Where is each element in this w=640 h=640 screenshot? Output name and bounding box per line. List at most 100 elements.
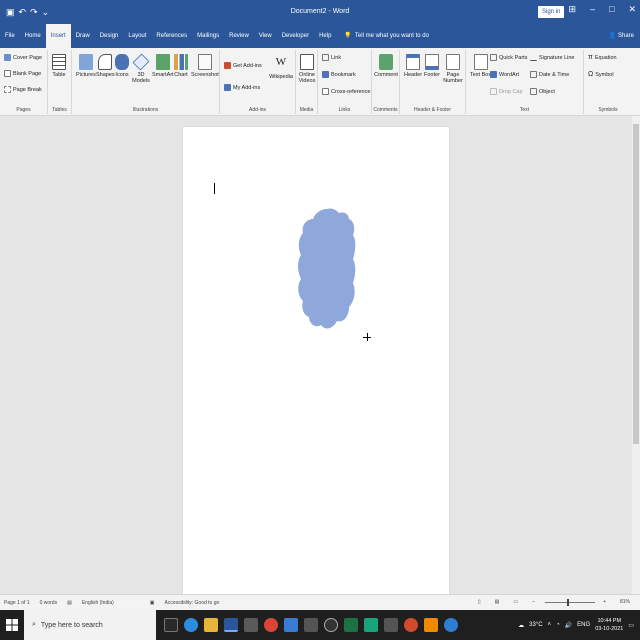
page-number-button[interactable]: Page Number bbox=[442, 54, 464, 84]
app-icon[interactable] bbox=[284, 618, 298, 632]
wikipedia-button[interactable]: W Wikipedia bbox=[268, 56, 294, 80]
notifications-icon[interactable]: ▭ bbox=[628, 622, 634, 629]
ribbon-display-options-icon[interactable]: ⊞ bbox=[568, 4, 576, 15]
tell-me-search[interactable]: 💡 Tell me what you want to do bbox=[344, 24, 429, 48]
my-addins-button[interactable]: My Add-ins bbox=[224, 84, 260, 91]
customize-qat-icon[interactable]: ⌄ bbox=[42, 7, 50, 18]
accessibility-status[interactable]: Accessibility: Good to go bbox=[165, 600, 220, 606]
document-page[interactable] bbox=[183, 127, 449, 594]
scrollbar-thumb[interactable] bbox=[633, 124, 639, 444]
powerpoint-icon[interactable] bbox=[404, 618, 418, 632]
cloud-shape[interactable] bbox=[297, 207, 357, 333]
screenshot-button[interactable]: Screenshot bbox=[191, 54, 219, 78]
link-button[interactable]: Link bbox=[322, 54, 341, 61]
taskbar-search[interactable]: ⌕ Type here to search bbox=[24, 610, 156, 640]
read-mode-icon[interactable]: ▯ bbox=[478, 599, 481, 605]
bookmark-button[interactable]: Bookmark bbox=[322, 71, 356, 78]
symbol-button[interactable]: Ω Symbol bbox=[588, 71, 614, 78]
edge-icon[interactable] bbox=[184, 618, 198, 632]
app-icon-2[interactable] bbox=[304, 618, 318, 632]
save-icon[interactable]: ▣ bbox=[6, 7, 15, 18]
blank-page-button[interactable]: Blank Page bbox=[4, 70, 41, 77]
word-count[interactable]: 0 words bbox=[40, 600, 58, 606]
tab-insert[interactable]: Insert bbox=[45, 24, 71, 48]
close-button[interactable]: ✕ bbox=[628, 4, 636, 15]
clock[interactable]: 10:44 PM 03-10-2021 bbox=[595, 617, 623, 633]
sign-in-button[interactable]: Sign in bbox=[538, 6, 565, 18]
zoom-level[interactable]: 81% bbox=[620, 599, 630, 605]
page-count[interactable]: Page 1 of 1 bbox=[4, 600, 30, 606]
icons-button[interactable]: Icons bbox=[115, 54, 129, 78]
redo-icon[interactable]: ↷ bbox=[30, 7, 38, 18]
zoom-slider[interactable] bbox=[545, 598, 596, 606]
share-button[interactable]: 👤 Share bbox=[609, 24, 634, 48]
file-explorer-icon[interactable] bbox=[204, 618, 218, 632]
comment-button[interactable]: Comment bbox=[373, 54, 399, 78]
table-button[interactable]: Table bbox=[52, 54, 66, 78]
tray-chevron-icon[interactable]: ˄ bbox=[548, 622, 552, 628]
input-language[interactable]: ENG bbox=[577, 622, 590, 628]
volume-icon[interactable]: 🔊 bbox=[565, 622, 572, 629]
tab-home[interactable]: Home bbox=[20, 24, 46, 48]
undo-icon[interactable]: ↶ bbox=[19, 7, 27, 18]
task-view-icon[interactable] bbox=[164, 618, 178, 632]
excel-icon[interactable] bbox=[344, 618, 358, 632]
minimize-button[interactable]: – bbox=[590, 4, 595, 15]
tab-view[interactable]: View bbox=[254, 24, 277, 48]
maximize-button[interactable]: □ bbox=[609, 4, 614, 15]
proofing-icon[interactable]: ▤ bbox=[67, 600, 72, 606]
zoom-in-icon[interactable]: + bbox=[603, 599, 606, 605]
network-icon[interactable]: ◔ bbox=[556, 622, 560, 628]
app-icon-3[interactable] bbox=[384, 618, 398, 632]
object-button[interactable]: Object bbox=[530, 88, 555, 95]
chart-button[interactable]: Chart bbox=[174, 54, 188, 78]
tab-file[interactable]: File bbox=[0, 24, 20, 48]
equation-button[interactable]: π Equation bbox=[588, 54, 617, 61]
document-area[interactable] bbox=[0, 116, 632, 594]
page-break-button[interactable]: Page Break bbox=[4, 86, 42, 93]
camtasia-icon[interactable] bbox=[364, 618, 378, 632]
clock-app-icon[interactable] bbox=[324, 618, 338, 632]
tab-developer[interactable]: Developer bbox=[277, 24, 314, 48]
lightbulb-icon: 💡 bbox=[344, 33, 352, 39]
smartart-button[interactable]: SmartArt bbox=[152, 54, 174, 78]
tab-review[interactable]: Review bbox=[224, 24, 254, 48]
temperature[interactable]: 33°C bbox=[529, 622, 542, 628]
header-button[interactable]: Header bbox=[404, 54, 422, 78]
tab-design[interactable]: Design bbox=[95, 24, 124, 48]
date-time-button[interactable]: Date & Time bbox=[530, 71, 569, 78]
signature-line-button[interactable]: Signature Line bbox=[530, 54, 574, 61]
language-status[interactable]: English (India) bbox=[82, 600, 114, 606]
web-layout-icon[interactable]: ▭ bbox=[513, 599, 518, 605]
3d-models-button[interactable]: 3D Models bbox=[130, 53, 152, 84]
zoom-slider-knob[interactable] bbox=[567, 598, 570, 606]
quick-parts-button[interactable]: Quick Parts bbox=[490, 54, 527, 61]
app-icon-4[interactable] bbox=[444, 618, 458, 632]
vertical-scrollbar[interactable] bbox=[632, 116, 640, 594]
cover-page-button[interactable]: Cover Page bbox=[4, 54, 42, 61]
camera-icon[interactable] bbox=[244, 618, 258, 632]
text-box-button[interactable]: Text Box bbox=[470, 54, 491, 78]
get-addins-button[interactable]: Get Add-ins bbox=[224, 62, 262, 69]
tab-help[interactable]: Help bbox=[314, 24, 336, 48]
macro-icon[interactable]: ▣ bbox=[150, 600, 155, 606]
weather-icon[interactable]: ☁ bbox=[518, 622, 524, 629]
wordart-button[interactable]: WordArt bbox=[490, 71, 519, 78]
print-layout-icon[interactable]: ▤ bbox=[495, 599, 500, 605]
online-videos-button[interactable]: Online Videos bbox=[297, 54, 317, 84]
shapes-button[interactable]: Shapes bbox=[96, 54, 115, 78]
tab-references[interactable]: References bbox=[151, 24, 192, 48]
tab-draw[interactable]: Draw bbox=[71, 24, 95, 48]
cross-reference-button[interactable]: Cross-reference bbox=[322, 88, 370, 95]
chrome-icon[interactable] bbox=[264, 618, 278, 632]
start-button[interactable] bbox=[0, 610, 24, 640]
drop-cap-button[interactable]: Drop Cap bbox=[490, 88, 523, 95]
pictures-button[interactable]: Pictures bbox=[76, 54, 96, 78]
footer-button[interactable]: Footer bbox=[424, 54, 440, 78]
vlc-icon[interactable] bbox=[424, 618, 438, 632]
tab-layout[interactable]: Layout bbox=[123, 24, 151, 48]
word-icon[interactable] bbox=[224, 618, 238, 632]
zoom-out-icon[interactable]: − bbox=[532, 599, 535, 605]
group-text: Text Box Quick Parts WordArt Drop Cap Si… bbox=[466, 50, 584, 114]
tab-mailings[interactable]: Mailings bbox=[192, 24, 224, 48]
